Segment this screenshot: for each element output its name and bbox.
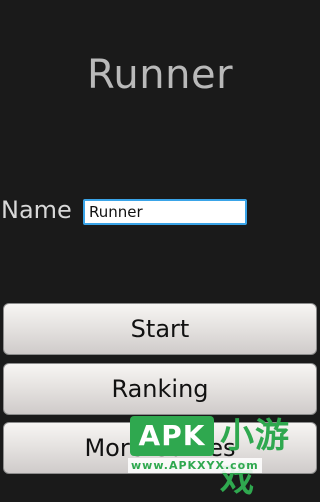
more-games-button[interactable]: More Games bbox=[3, 422, 317, 474]
name-input[interactable] bbox=[83, 199, 247, 225]
ranking-button[interactable]: Ranking bbox=[3, 363, 317, 415]
app-title: Runner bbox=[86, 52, 234, 98]
name-row: Name bbox=[0, 194, 320, 230]
start-button[interactable]: Start bbox=[3, 303, 317, 355]
name-label: Name bbox=[1, 196, 72, 224]
